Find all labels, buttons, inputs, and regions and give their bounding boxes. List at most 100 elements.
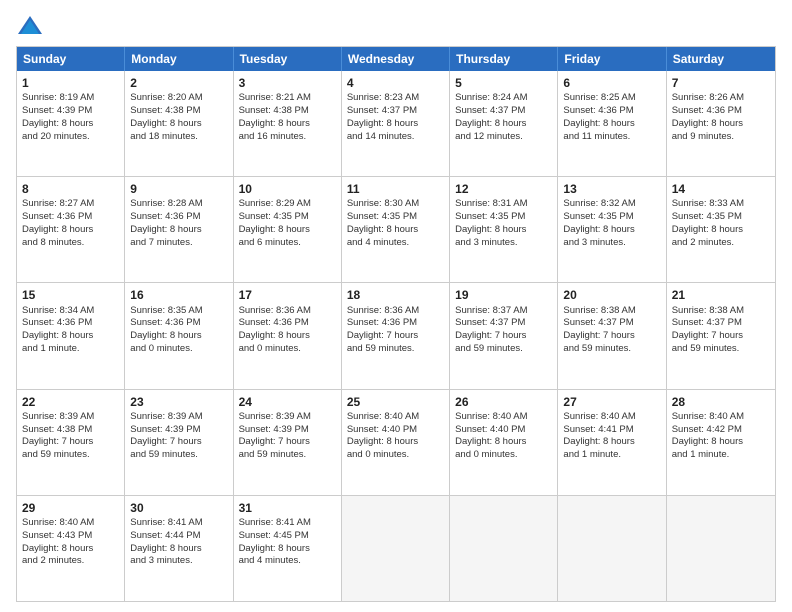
day-info-line: Sunset: 4:38 PM bbox=[239, 105, 336, 118]
header-day-wednesday: Wednesday bbox=[342, 47, 450, 71]
day-info-line: Sunset: 4:44 PM bbox=[130, 530, 227, 543]
day-info-line: and 59 minutes. bbox=[455, 343, 552, 356]
day-info-line: and 4 minutes. bbox=[239, 555, 336, 568]
day-info-line: Daylight: 8 hours bbox=[347, 224, 444, 237]
day-info-line: and 3 minutes. bbox=[563, 237, 660, 250]
day-cell-17: 17Sunrise: 8:36 AMSunset: 4:36 PMDayligh… bbox=[234, 283, 342, 388]
day-info-line: Daylight: 8 hours bbox=[22, 118, 119, 131]
day-number: 14 bbox=[672, 181, 770, 197]
day-info-line: Sunset: 4:37 PM bbox=[563, 317, 660, 330]
day-info-line: Sunrise: 8:28 AM bbox=[130, 198, 227, 211]
day-cell-3: 3Sunrise: 8:21 AMSunset: 4:38 PMDaylight… bbox=[234, 71, 342, 176]
day-number: 31 bbox=[239, 500, 336, 516]
day-cell-23: 23Sunrise: 8:39 AMSunset: 4:39 PMDayligh… bbox=[125, 390, 233, 495]
day-info-line: Sunrise: 8:24 AM bbox=[455, 92, 552, 105]
day-info-line: Sunset: 4:36 PM bbox=[239, 317, 336, 330]
day-info-line: Sunrise: 8:39 AM bbox=[130, 411, 227, 424]
day-info-line: Daylight: 7 hours bbox=[347, 330, 444, 343]
day-number: 3 bbox=[239, 75, 336, 91]
day-info-line: Daylight: 8 hours bbox=[563, 436, 660, 449]
day-cell-22: 22Sunrise: 8:39 AMSunset: 4:38 PMDayligh… bbox=[17, 390, 125, 495]
day-number: 23 bbox=[130, 394, 227, 410]
day-info-line: Daylight: 8 hours bbox=[22, 330, 119, 343]
day-cell-15: 15Sunrise: 8:34 AMSunset: 4:36 PMDayligh… bbox=[17, 283, 125, 388]
day-info-line: and 3 minutes. bbox=[455, 237, 552, 250]
day-info-line: Sunrise: 8:41 AM bbox=[239, 517, 336, 530]
calendar: SundayMondayTuesdayWednesdayThursdayFrid… bbox=[16, 46, 776, 602]
calendar-header: SundayMondayTuesdayWednesdayThursdayFrid… bbox=[17, 47, 775, 71]
header-day-thursday: Thursday bbox=[450, 47, 558, 71]
day-number: 20 bbox=[563, 287, 660, 303]
day-info-line: and 0 minutes. bbox=[130, 343, 227, 356]
day-info-line: Sunset: 4:36 PM bbox=[130, 317, 227, 330]
day-info-line: Daylight: 8 hours bbox=[563, 118, 660, 131]
day-info-line: Daylight: 8 hours bbox=[239, 330, 336, 343]
day-info-line: Sunrise: 8:25 AM bbox=[563, 92, 660, 105]
day-cell-8: 8Sunrise: 8:27 AMSunset: 4:36 PMDaylight… bbox=[17, 177, 125, 282]
day-info-line: Sunset: 4:40 PM bbox=[455, 424, 552, 437]
day-cell-2: 2Sunrise: 8:20 AMSunset: 4:38 PMDaylight… bbox=[125, 71, 233, 176]
day-info-line: Sunrise: 8:32 AM bbox=[563, 198, 660, 211]
empty-cell bbox=[667, 496, 775, 601]
day-info-line: and 2 minutes. bbox=[22, 555, 119, 568]
day-info-line: Sunrise: 8:33 AM bbox=[672, 198, 770, 211]
day-info-line: Sunset: 4:39 PM bbox=[22, 105, 119, 118]
day-info-line: and 1 minute. bbox=[563, 449, 660, 462]
day-info-line: Sunset: 4:35 PM bbox=[347, 211, 444, 224]
day-info-line: and 59 minutes. bbox=[672, 343, 770, 356]
day-info-line: Sunset: 4:39 PM bbox=[239, 424, 336, 437]
day-info-line: Sunset: 4:41 PM bbox=[563, 424, 660, 437]
logo-icon bbox=[16, 12, 44, 40]
day-info-line: Sunrise: 8:38 AM bbox=[563, 305, 660, 318]
day-info-line: Sunset: 4:36 PM bbox=[563, 105, 660, 118]
day-info-line: Sunset: 4:39 PM bbox=[130, 424, 227, 437]
day-cell-12: 12Sunrise: 8:31 AMSunset: 4:35 PMDayligh… bbox=[450, 177, 558, 282]
day-info-line: Sunrise: 8:19 AM bbox=[22, 92, 119, 105]
day-info-line: Daylight: 8 hours bbox=[239, 543, 336, 556]
day-number: 7 bbox=[672, 75, 770, 91]
empty-cell bbox=[342, 496, 450, 601]
day-info-line: Daylight: 8 hours bbox=[672, 224, 770, 237]
day-info-line: Sunset: 4:38 PM bbox=[22, 424, 119, 437]
header-day-monday: Monday bbox=[125, 47, 233, 71]
day-number: 9 bbox=[130, 181, 227, 197]
empty-cell bbox=[558, 496, 666, 601]
day-cell-18: 18Sunrise: 8:36 AMSunset: 4:36 PMDayligh… bbox=[342, 283, 450, 388]
day-info-line: Sunset: 4:40 PM bbox=[347, 424, 444, 437]
day-info-line: Sunrise: 8:27 AM bbox=[22, 198, 119, 211]
day-number: 11 bbox=[347, 181, 444, 197]
day-info-line: Daylight: 7 hours bbox=[563, 330, 660, 343]
day-number: 6 bbox=[563, 75, 660, 91]
day-info-line: and 1 minute. bbox=[672, 449, 770, 462]
day-info-line: and 59 minutes. bbox=[239, 449, 336, 462]
day-info-line: and 0 minutes. bbox=[239, 343, 336, 356]
day-info-line: Daylight: 8 hours bbox=[239, 118, 336, 131]
day-info-line: and 59 minutes. bbox=[347, 343, 444, 356]
week-row-2: 8Sunrise: 8:27 AMSunset: 4:36 PMDaylight… bbox=[17, 176, 775, 282]
day-cell-1: 1Sunrise: 8:19 AMSunset: 4:39 PMDaylight… bbox=[17, 71, 125, 176]
day-info-line: Sunset: 4:45 PM bbox=[239, 530, 336, 543]
day-info-line: Daylight: 8 hours bbox=[239, 224, 336, 237]
day-info-line: Sunset: 4:35 PM bbox=[239, 211, 336, 224]
day-cell-16: 16Sunrise: 8:35 AMSunset: 4:36 PMDayligh… bbox=[125, 283, 233, 388]
day-number: 17 bbox=[239, 287, 336, 303]
day-info-line: and 11 minutes. bbox=[563, 131, 660, 144]
day-info-line: Daylight: 8 hours bbox=[455, 436, 552, 449]
day-info-line: Daylight: 8 hours bbox=[130, 330, 227, 343]
day-cell-25: 25Sunrise: 8:40 AMSunset: 4:40 PMDayligh… bbox=[342, 390, 450, 495]
day-info-line: Sunset: 4:38 PM bbox=[130, 105, 227, 118]
day-info-line: Sunrise: 8:31 AM bbox=[455, 198, 552, 211]
day-cell-21: 21Sunrise: 8:38 AMSunset: 4:37 PMDayligh… bbox=[667, 283, 775, 388]
day-info-line: Daylight: 8 hours bbox=[130, 118, 227, 131]
day-info-line: Daylight: 8 hours bbox=[563, 224, 660, 237]
day-info-line: Sunset: 4:36 PM bbox=[130, 211, 227, 224]
day-info-line: and 3 minutes. bbox=[130, 555, 227, 568]
day-info-line: Sunset: 4:37 PM bbox=[672, 317, 770, 330]
header-day-saturday: Saturday bbox=[667, 47, 775, 71]
header-day-friday: Friday bbox=[558, 47, 666, 71]
day-info-line: Sunrise: 8:37 AM bbox=[455, 305, 552, 318]
day-number: 13 bbox=[563, 181, 660, 197]
day-info-line: Daylight: 8 hours bbox=[347, 118, 444, 131]
day-info-line: and 7 minutes. bbox=[130, 237, 227, 250]
day-info-line: and 18 minutes. bbox=[130, 131, 227, 144]
